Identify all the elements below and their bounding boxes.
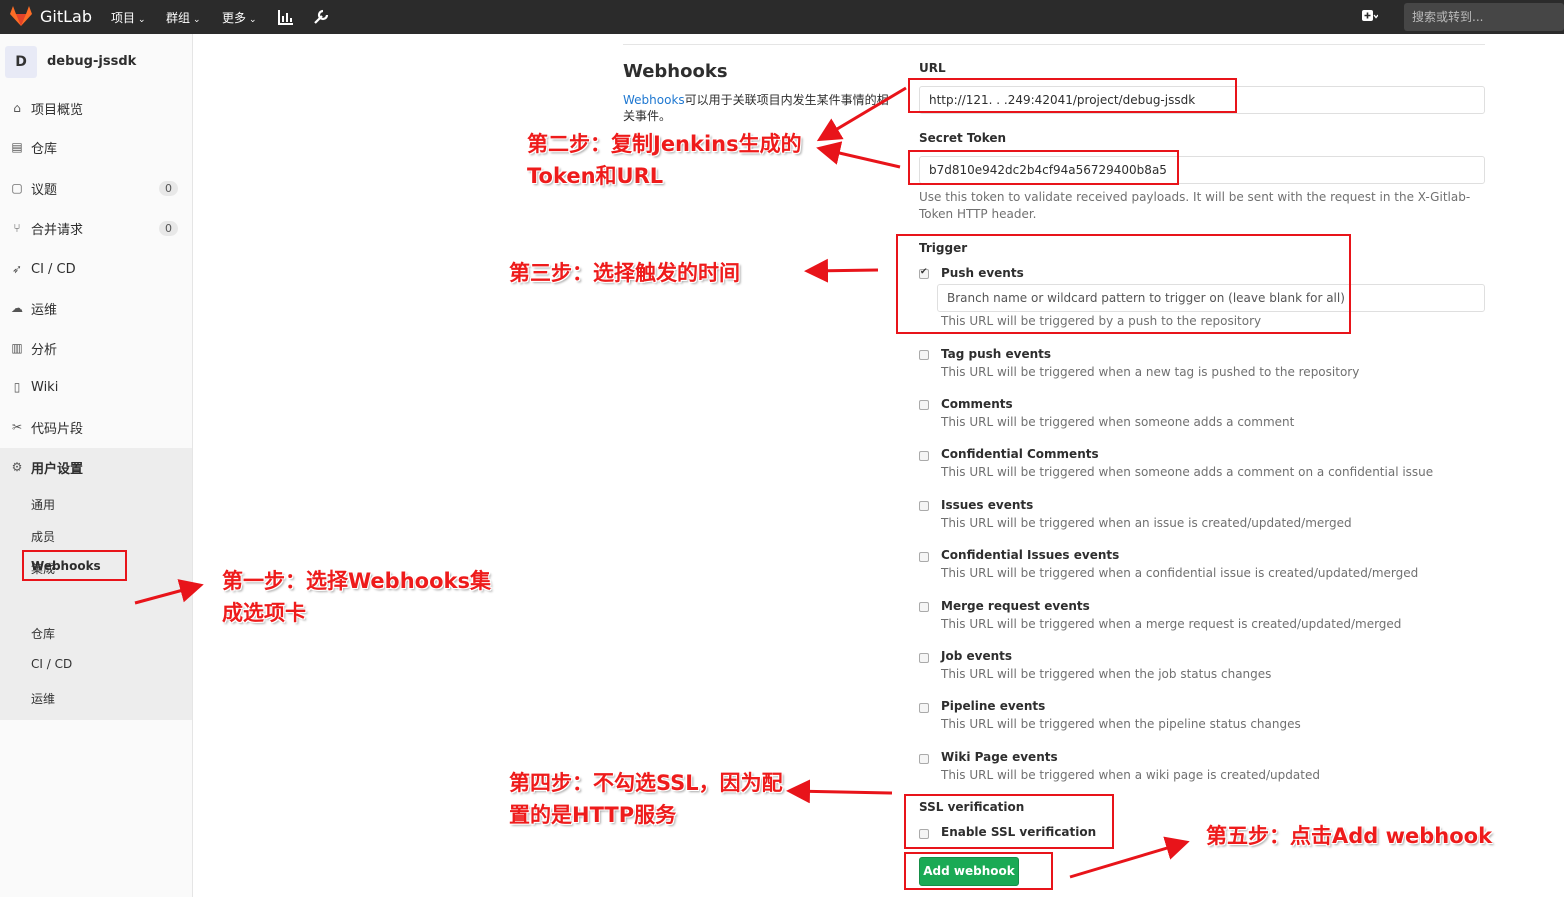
annotation-step3: 第三步：选择触发的时间: [509, 261, 740, 285]
annotation-step1: 第一步：选择Webhooks集成选项卡: [222, 569, 491, 625]
arrow-step2-url: [816, 86, 907, 142]
arrow-step3: [804, 258, 879, 283]
arrow-step2-token: [816, 141, 901, 169]
arrow-step5: [1069, 836, 1190, 879]
annotation-step4: 第四步：不勾选SSL，因为配置的是HTTP服务: [509, 771, 783, 827]
arrow-step1: [134, 579, 204, 605]
annotation-step2: 第二步：复制Jenkins生成的Token和URL: [527, 132, 802, 188]
arrow-step4: [786, 779, 893, 804]
annotation-step5: 第五步：点击Add webhook: [1206, 824, 1493, 848]
